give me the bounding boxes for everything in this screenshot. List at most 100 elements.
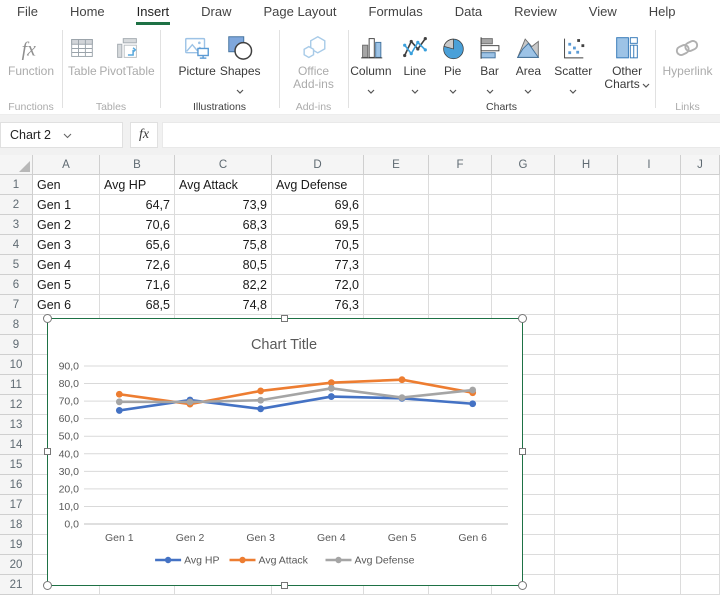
cell-F5[interactable] [429, 255, 492, 275]
cell-J7[interactable] [681, 295, 720, 315]
cell-H15[interactable] [555, 455, 618, 475]
cell-H20[interactable] [555, 555, 618, 575]
cell-G6[interactable] [492, 275, 555, 295]
cell-H7[interactable] [555, 295, 618, 315]
cell-E7[interactable] [364, 295, 429, 315]
tab-formulas[interactable]: Formulas [368, 0, 424, 22]
row-header-14[interactable]: 14 [0, 435, 33, 455]
cell-J17[interactable] [681, 495, 720, 515]
cell-J19[interactable] [681, 535, 720, 555]
cell-I19[interactable] [618, 535, 681, 555]
insert-function-button[interactable]: fx [130, 122, 158, 148]
cell-J20[interactable] [681, 555, 720, 575]
cell-J9[interactable] [681, 335, 720, 355]
tab-file[interactable]: File [16, 0, 39, 22]
cell-C6[interactable]: 82,2 [175, 275, 272, 295]
cell-E1[interactable] [364, 175, 429, 195]
cell-G7[interactable] [492, 295, 555, 315]
column-header-I[interactable]: I [618, 155, 681, 175]
cell-G5[interactable] [492, 255, 555, 275]
cell-H5[interactable] [555, 255, 618, 275]
cell-B5[interactable]: 72,6 [100, 255, 175, 275]
hyperlink-button[interactable]: Hyperlink [662, 29, 712, 78]
cell-E2[interactable] [364, 195, 429, 215]
row-header-18[interactable]: 18 [0, 515, 33, 535]
cell-J13[interactable] [681, 415, 720, 435]
chart-resize-handle-bottom-right[interactable] [518, 581, 527, 590]
cell-F1[interactable] [429, 175, 492, 195]
tab-page-layout[interactable]: Page Layout [263, 0, 338, 22]
cell-D6[interactable]: 72,0 [272, 275, 364, 295]
cell-H12[interactable] [555, 395, 618, 415]
row-header-13[interactable]: 13 [0, 415, 33, 435]
pie-dropdown-chevron-icon[interactable] [449, 81, 457, 99]
cell-C3[interactable]: 68,3 [175, 215, 272, 235]
cell-I1[interactable] [618, 175, 681, 195]
row-header-10[interactable]: 10 [0, 355, 33, 375]
cell-A6[interactable]: Gen 5 [33, 275, 100, 295]
table-button[interactable]: Table [67, 29, 97, 78]
cell-D7[interactable]: 76,3 [272, 295, 364, 315]
cell-J3[interactable] [681, 215, 720, 235]
cell-G2[interactable] [492, 195, 555, 215]
area-chart-button[interactable]: Area [509, 29, 547, 99]
cell-H11[interactable] [555, 375, 618, 395]
cell-G1[interactable] [492, 175, 555, 195]
cell-I2[interactable] [618, 195, 681, 215]
pie-chart-button[interactable]: Pie [436, 29, 470, 99]
function-button[interactable]: fx Function [8, 29, 54, 78]
chart-resize-handle-bottom-left[interactable] [43, 581, 52, 590]
picture-button[interactable]: Picture [178, 29, 215, 78]
cell-B7[interactable]: 68,5 [100, 295, 175, 315]
cell-I6[interactable] [618, 275, 681, 295]
cell-J8[interactable] [681, 315, 720, 335]
cell-E5[interactable] [364, 255, 429, 275]
cell-H1[interactable] [555, 175, 618, 195]
chart-resize-handle-top-right[interactable] [518, 314, 527, 323]
other-charts-dropdown-chevron-icon[interactable] [642, 77, 650, 91]
cell-A7[interactable]: Gen 6 [33, 295, 100, 315]
chart-resize-handle-left[interactable] [44, 448, 51, 455]
row-header-17[interactable]: 17 [0, 495, 33, 515]
row-header-15[interactable]: 15 [0, 455, 33, 475]
column-header-H[interactable]: H [555, 155, 618, 175]
cell-D2[interactable]: 69,6 [272, 195, 364, 215]
tab-insert[interactable]: Insert [136, 0, 171, 25]
row-header-4[interactable]: 4 [0, 235, 33, 255]
cell-I5[interactable] [618, 255, 681, 275]
cell-C5[interactable]: 80,5 [175, 255, 272, 275]
tab-review[interactable]: Review [513, 0, 558, 22]
row-header-1[interactable]: 1 [0, 175, 33, 195]
row-header-9[interactable]: 9 [0, 335, 33, 355]
cell-H4[interactable] [555, 235, 618, 255]
cell-A2[interactable]: Gen 1 [33, 195, 100, 215]
row-header-16[interactable]: 16 [0, 475, 33, 495]
row-header-11[interactable]: 11 [0, 375, 33, 395]
cell-I12[interactable] [618, 395, 681, 415]
cell-J16[interactable] [681, 475, 720, 495]
cell-F7[interactable] [429, 295, 492, 315]
cell-J18[interactable] [681, 515, 720, 535]
tab-data[interactable]: Data [454, 0, 483, 22]
tab-draw[interactable]: Draw [200, 0, 232, 22]
cell-J4[interactable] [681, 235, 720, 255]
cell-H9[interactable] [555, 335, 618, 355]
row-header-21[interactable]: 21 [0, 575, 33, 595]
column-dropdown-chevron-icon[interactable] [367, 81, 375, 99]
row-header-8[interactable]: 8 [0, 315, 33, 335]
cell-H18[interactable] [555, 515, 618, 535]
cell-A1[interactable]: Gen [33, 175, 100, 195]
cell-I4[interactable] [618, 235, 681, 255]
column-header-E[interactable]: E [364, 155, 429, 175]
cell-B4[interactable]: 65,6 [100, 235, 175, 255]
cell-J11[interactable] [681, 375, 720, 395]
cell-D3[interactable]: 69,5 [272, 215, 364, 235]
cell-I16[interactable] [618, 475, 681, 495]
cell-I14[interactable] [618, 435, 681, 455]
cell-I20[interactable] [618, 555, 681, 575]
bar-dropdown-chevron-icon[interactable] [486, 81, 494, 99]
cell-A4[interactable]: Gen 3 [33, 235, 100, 255]
cell-D4[interactable]: 70,5 [272, 235, 364, 255]
cell-C1[interactable]: Avg Attack [175, 175, 272, 195]
cell-I10[interactable] [618, 355, 681, 375]
